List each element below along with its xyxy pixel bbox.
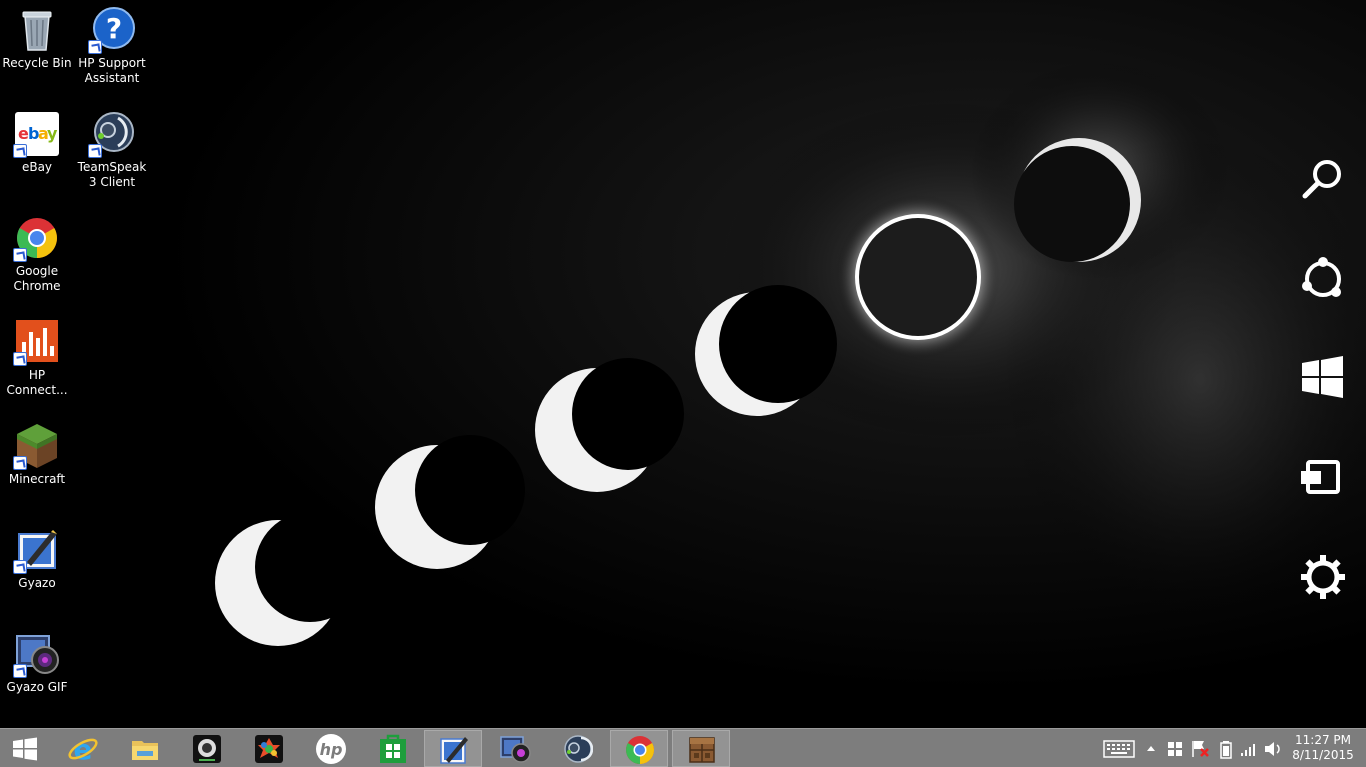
desktop-icon-gyazo[interactable]: Gyazo (0, 526, 76, 591)
svg-text:?: ? (106, 12, 122, 45)
shortcut-arrow-icon (13, 144, 27, 158)
action-center-icon (1168, 742, 1182, 756)
touch-keyboard-button[interactable] (1102, 729, 1136, 767)
shortcut-arrow-icon (13, 560, 27, 574)
shortcut-arrow-icon (13, 664, 27, 678)
chrome-icon (626, 736, 654, 764)
volume-button[interactable] (1262, 729, 1284, 767)
flag-status-button[interactable] (1188, 729, 1212, 767)
taskbar-gyazo[interactable] (424, 730, 482, 767)
desktop-icon-label: Minecraft (8, 472, 66, 486)
photo-gallery-icon (255, 735, 283, 763)
teamspeak-icon (564, 735, 593, 763)
taskbar-gyazo-gif[interactable] (486, 730, 544, 767)
desktop-icon-hp-support[interactable]: ? HP Support Assistant (73, 6, 151, 86)
show-hidden-icons-button[interactable] (1142, 729, 1160, 767)
recycle-bin-icon (13, 6, 61, 54)
taskbar-clock[interactable]: 11:27 PM 8/11/2015 (1283, 733, 1363, 763)
minecraft-icon (689, 737, 715, 763)
desktop-icon-recycle-bin[interactable]: Recycle Bin (0, 6, 76, 71)
desktop-icon-minecraft[interactable]: Minecraft (0, 422, 76, 487)
taskbar: e hp 11:27 PM 8/11/2015 (0, 728, 1366, 767)
eclipse-ring (836, 195, 1000, 359)
taskbar-photo-gallery[interactable] (240, 730, 298, 767)
svg-text:e: e (74, 733, 93, 765)
flag-status-icon (1192, 741, 1209, 757)
desktop-icon-label: Recycle Bin (2, 56, 72, 70)
shortcut-arrow-icon (13, 248, 27, 262)
start-icon (1302, 356, 1343, 398)
desktop-icon-gyazo-gif[interactable]: Gyazo GIF (0, 630, 76, 695)
gyazo-gif-icon (13, 630, 61, 678)
desktop-icon-label: eBay (21, 160, 53, 174)
taskbar-minecraft[interactable] (672, 730, 730, 767)
charm-settings[interactable] (1296, 550, 1350, 604)
taskbar-chrome[interactable] (610, 730, 668, 767)
desktop-icon-label: HP Connect... (6, 368, 68, 397)
touch-keyboard-icon (1103, 740, 1135, 758)
network-icon (1241, 744, 1255, 756)
taskbar-file-explorer[interactable] (116, 730, 174, 767)
minecraft-icon (13, 422, 61, 470)
hp-connect-icon (13, 318, 61, 366)
network-button[interactable] (1238, 729, 1260, 767)
volume-icon (1265, 742, 1280, 756)
charm-devices[interactable] (1296, 451, 1350, 505)
svg-text:hp: hp (320, 740, 343, 759)
desktop-icon-label: Gyazo GIF (6, 680, 68, 694)
chrome-icon (13, 214, 61, 262)
share-icon (1302, 257, 1341, 297)
taskbar-webcam[interactable] (178, 730, 236, 767)
taskbar-start-button[interactable] (0, 730, 54, 767)
battery-button[interactable] (1216, 729, 1236, 767)
taskbar-hp[interactable]: hp (302, 730, 360, 767)
clock-time: 11:27 PM (1295, 733, 1351, 747)
webcam-icon (193, 735, 221, 763)
hp-icon: hp (316, 734, 346, 764)
svg-text:y: y (47, 124, 58, 143)
ebay-icon: e b a y (13, 110, 61, 158)
show-hidden-icons-icon (1147, 746, 1155, 751)
taskbar-teamspeak[interactable] (548, 730, 606, 767)
gyazo-icon (440, 737, 468, 764)
search-icon (1302, 160, 1341, 199)
store-icon (380, 734, 406, 763)
clock-date: 8/11/2015 (1292, 748, 1354, 762)
gyazo-icon (13, 526, 61, 574)
desktop-icon-teamspeak[interactable]: TeamSpeak 3 Client (73, 110, 151, 190)
charm-start[interactable] (1296, 351, 1350, 405)
charm-search[interactable] (1296, 152, 1350, 206)
desktop-icon-chrome[interactable]: Google Chrome (0, 214, 76, 294)
teamspeak-icon (88, 110, 136, 158)
shortcut-arrow-icon (88, 144, 102, 158)
start-button-icon (13, 737, 37, 761)
hp-support-icon: ? (88, 6, 136, 54)
action-center-button[interactable] (1164, 729, 1186, 767)
desktop-icon-label: HP Support Assistant (78, 56, 146, 85)
desktop-icon-hp-connect[interactable]: HP Connect... (0, 318, 76, 398)
desktop-icon-label: TeamSpeak 3 Client (77, 160, 147, 189)
battery-icon (1220, 741, 1232, 759)
taskbar-store[interactable] (364, 730, 422, 767)
desktop-icon-label: Google Chrome (13, 264, 61, 293)
shortcut-arrow-icon (13, 352, 27, 366)
desktop-icon-ebay[interactable]: e b a y eBay (0, 110, 76, 175)
internet-explorer-icon: e (68, 733, 98, 765)
charm-share[interactable] (1296, 252, 1350, 306)
desktop-icon-label: Gyazo (18, 576, 56, 590)
gyazo-gif-icon (500, 736, 531, 763)
desktop-wallpaper (0, 0, 1366, 728)
file-explorer-icon (132, 741, 158, 760)
shortcut-arrow-icon (13, 456, 27, 470)
settings-icon (1301, 555, 1345, 599)
shortcut-arrow-icon (88, 40, 102, 54)
devices-icon (1301, 460, 1340, 494)
taskbar-internet-explorer[interactable]: e (54, 730, 112, 767)
